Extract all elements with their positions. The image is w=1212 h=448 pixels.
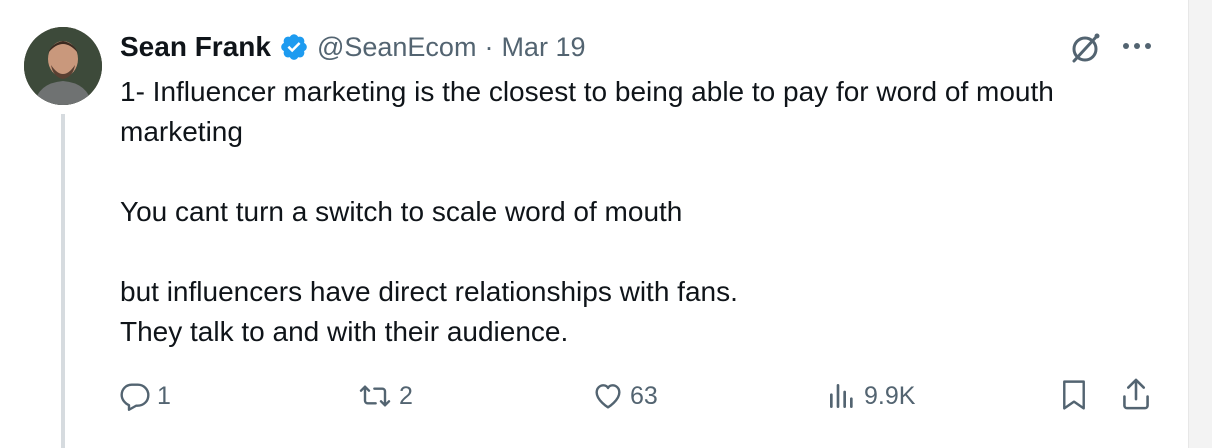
thread-line [61,114,65,448]
reply-count: 1 [157,381,171,410]
like-icon [595,384,621,409]
more-icon[interactable] [1120,36,1154,56]
retweet-count: 2 [399,381,413,410]
grok-icon[interactable] [1066,30,1104,68]
reply-button[interactable]: 1 [119,376,171,416]
retweet-icon [359,385,391,407]
bookmark-icon[interactable] [1059,378,1089,412]
retweet-button[interactable]: 2 [357,376,413,416]
author-handle[interactable]: @SeanEcom [317,32,476,63]
verified-badge-icon [281,34,307,60]
views-button[interactable]: 9.9K [826,376,915,416]
tweet-card[interactable]: Sean Frank @SeanEcom · Mar 19 1- Influen… [0,0,1189,448]
view-count: 9.9K [864,381,916,410]
views-icon [830,384,853,408]
tweet-header: Sean Frank @SeanEcom · Mar 19 [120,27,585,67]
avatar[interactable] [24,27,102,105]
tweet-text: 1- Influencer marketing is the closest t… [120,76,1054,347]
like-button[interactable]: 63 [592,376,658,416]
reply-icon [120,383,150,411]
separator-dot: · [484,31,494,62]
like-count: 63 [630,381,658,410]
share-icon[interactable] [1120,376,1152,412]
tweet-date[interactable]: Mar 19 [501,32,585,63]
author-name[interactable]: Sean Frank [120,31,271,63]
